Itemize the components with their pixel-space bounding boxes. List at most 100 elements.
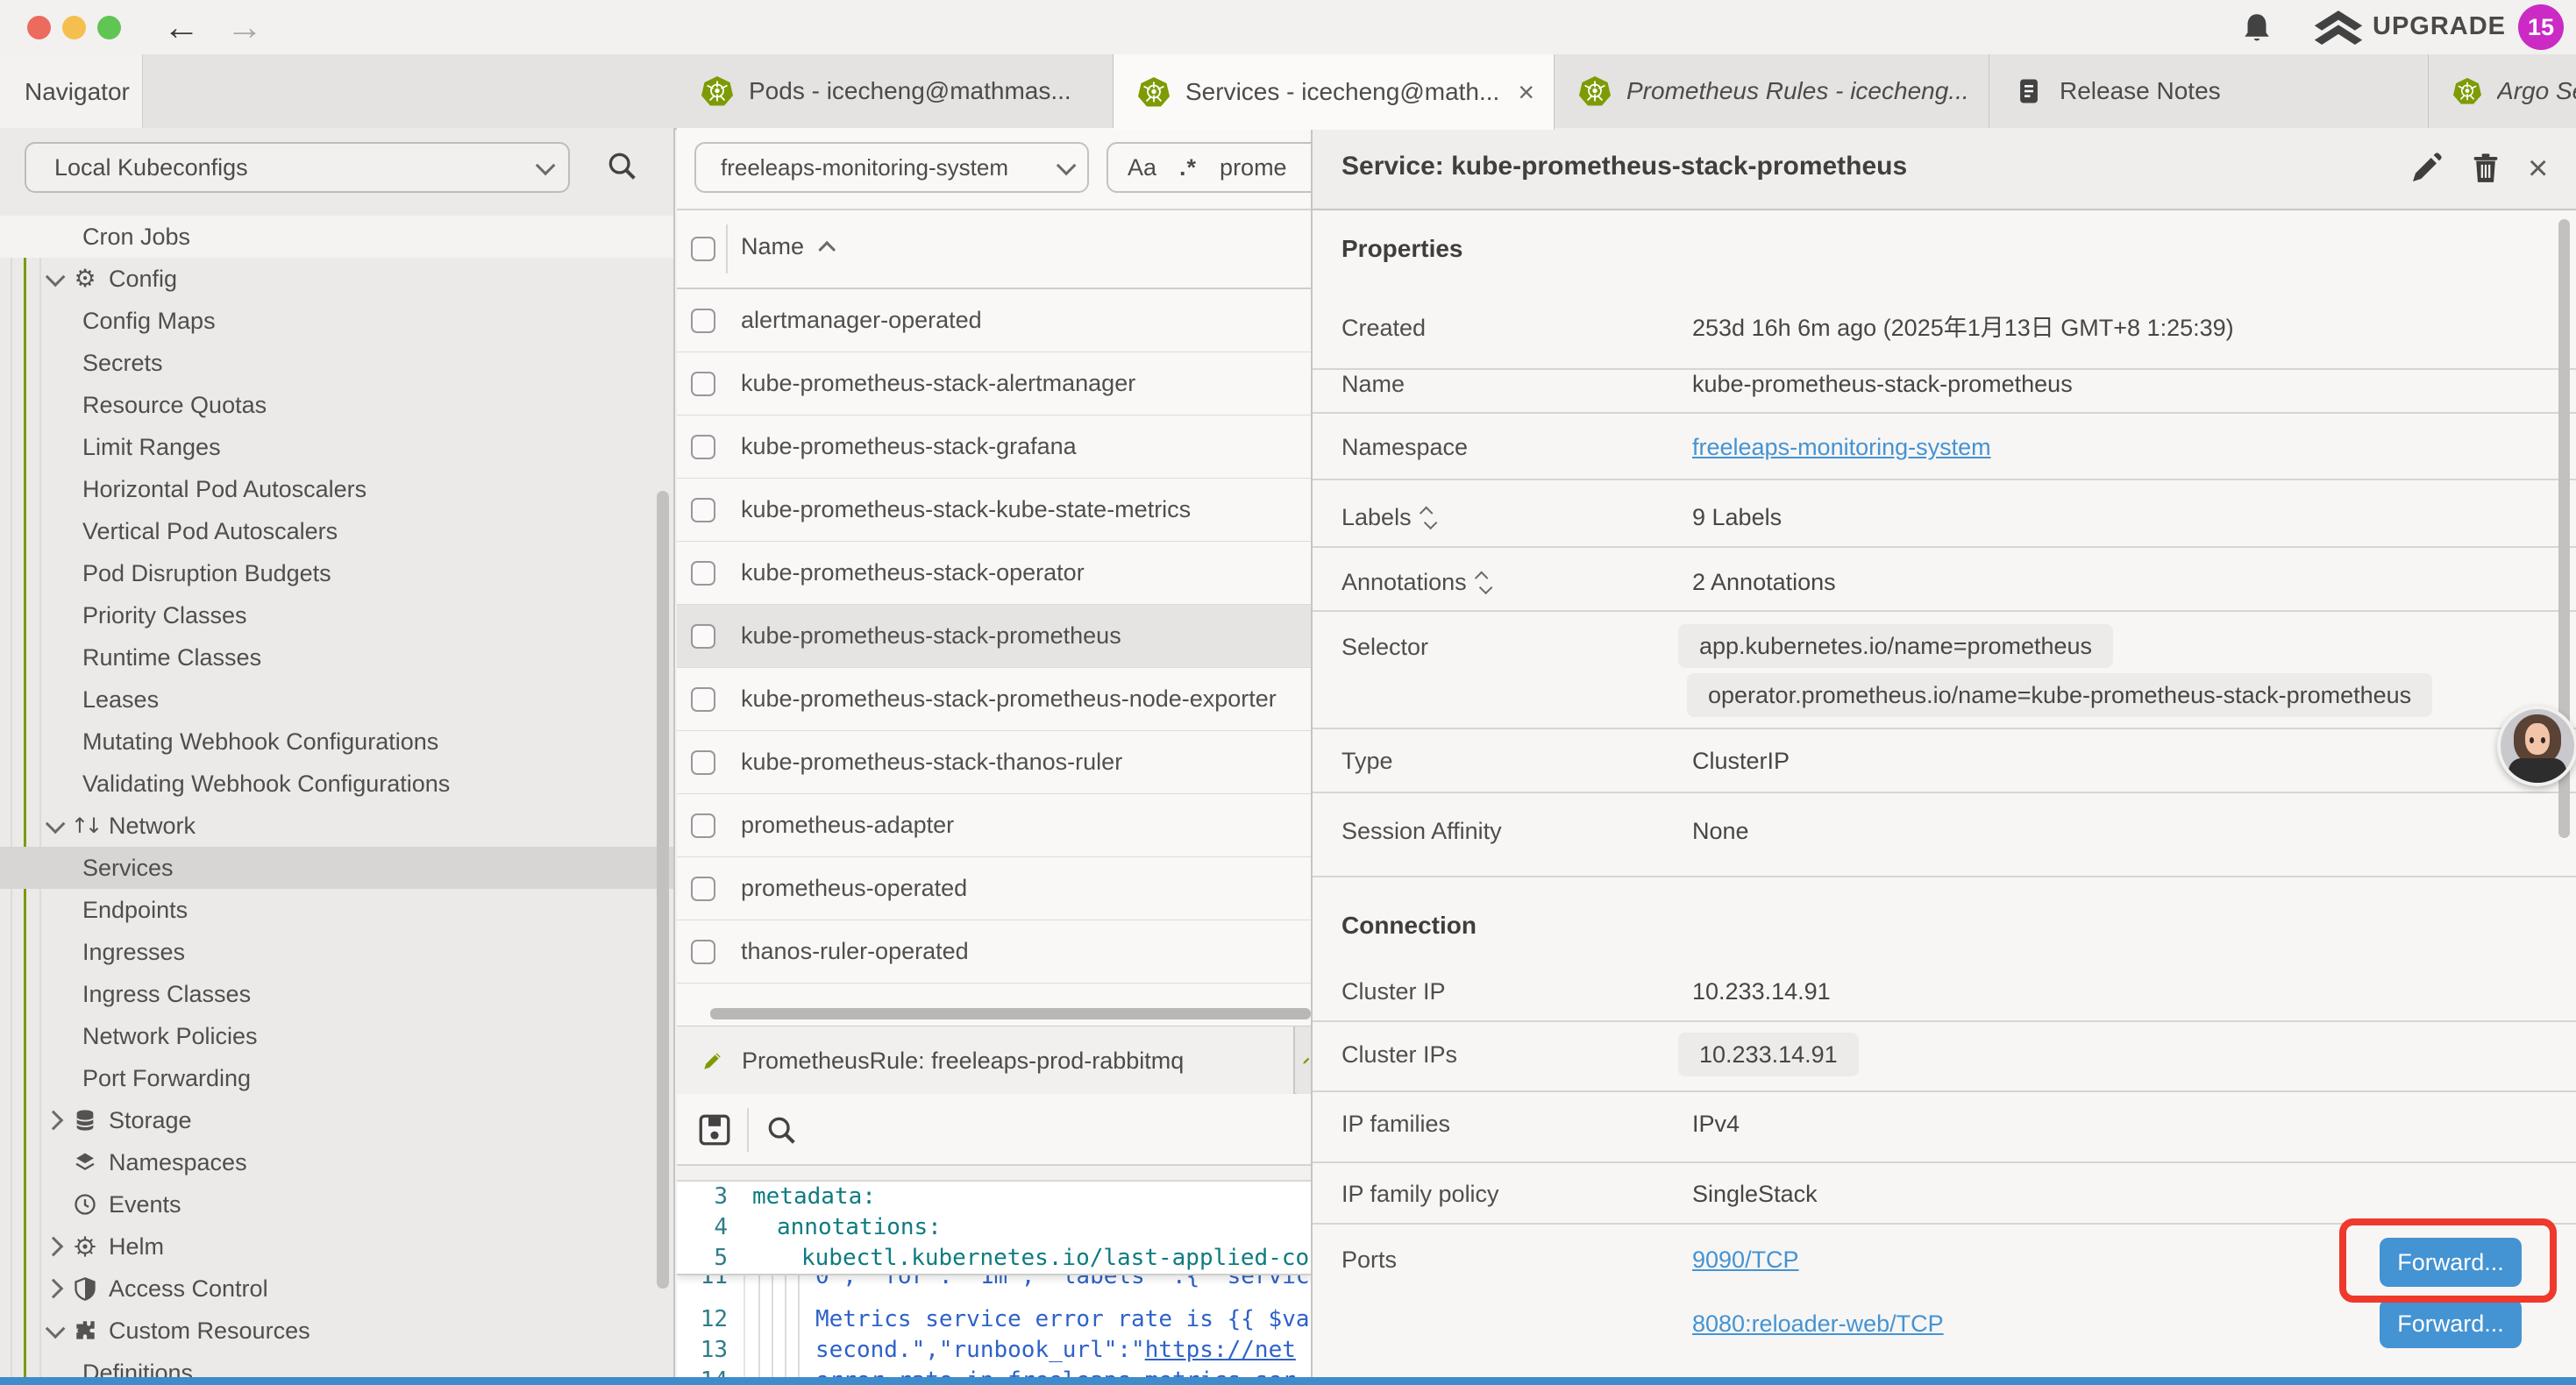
service-search-input[interactable]: Aa .* prome	[1107, 142, 1311, 193]
upgrade-icon[interactable]	[2313, 11, 2364, 46]
table-row[interactable]: kube-prometheus-stack-alertmanager	[677, 352, 1311, 416]
sidebar-item-events[interactable]: Events	[0, 1183, 675, 1225]
editor-tab-partial[interactable]	[1297, 1026, 1311, 1095]
kubeconfig-selector[interactable]: Local Kubeconfigs	[25, 142, 570, 193]
table-row[interactable]: thanos-ruler-operated	[677, 920, 1311, 984]
expand-collapse-icon	[1424, 506, 1434, 529]
row-checkbox[interactable]	[691, 309, 715, 333]
close-window-button[interactable]	[27, 16, 51, 39]
sidebar-item-priority-classes[interactable]: Priority Classes	[0, 594, 675, 636]
select-all-checkbox[interactable]	[691, 237, 715, 261]
sidebar-group-access-control[interactable]: Access Control	[0, 1268, 675, 1310]
sidebar-item-endpoints[interactable]: Endpoints	[0, 889, 675, 931]
table-row[interactable]: kube-prometheus-stack-thanos-ruler	[677, 731, 1311, 794]
selector-chip[interactable]: app.kubernetes.io/name=prometheus	[1678, 624, 2113, 668]
row-divider	[1313, 479, 2576, 480]
upgrade-label[interactable]: UPGRADE	[2373, 12, 2506, 41]
row-checkbox[interactable]	[691, 372, 715, 396]
regex-toggle[interactable]: .*	[1179, 154, 1197, 181]
sidebar-item-cron-jobs[interactable]: Cron Jobs	[0, 216, 675, 258]
editor-search-icon[interactable]	[765, 1113, 800, 1148]
profile-badge[interactable]: 15	[2518, 4, 2564, 50]
minimize-window-button[interactable]	[62, 16, 86, 39]
sidebar-item-resource-quotas[interactable]: Resource Quotas	[0, 384, 675, 426]
sidebar-item-leases[interactable]: Leases	[0, 678, 675, 721]
selector-chip[interactable]: operator.prometheus.io/name=kube-prometh…	[1687, 673, 2432, 717]
row-checkbox[interactable]	[691, 813, 715, 838]
sidebar-item-mutating-webhook-configurations[interactable]: Mutating Webhook Configurations	[0, 721, 675, 763]
row-checkbox[interactable]	[691, 624, 715, 649]
row-checkbox[interactable]	[691, 498, 715, 522]
table-row-selected[interactable]: kube-prometheus-stack-prometheus	[677, 605, 1311, 668]
namespace-link[interactable]: freeleaps-monitoring-system	[1692, 430, 1991, 465]
notifications-bell-icon[interactable]	[2241, 11, 2273, 45]
sidebar-item-ingresses[interactable]: Ingresses	[0, 931, 675, 973]
sidebar-item-config-maps[interactable]: Config Maps	[0, 300, 675, 342]
table-row[interactable]: prometheus-adapter	[677, 794, 1311, 857]
zoom-window-button[interactable]	[97, 16, 121, 39]
row-checkbox[interactable]	[691, 561, 715, 586]
row-checkbox[interactable]	[691, 435, 715, 459]
table-row[interactable]: prometheus-operated	[677, 857, 1311, 920]
yaml-editor[interactable]: 3 metadata: 4 annotations: 5 kubectl.kub…	[677, 1182, 1311, 1378]
sidebar-item-namespaces[interactable]: Namespaces	[0, 1141, 675, 1183]
sidebar-item-ingress-classes[interactable]: Ingress Classes	[0, 973, 675, 1015]
row-checkbox[interactable]	[691, 877, 715, 901]
sidebar-group-network[interactable]: ↑↓ Network	[0, 805, 675, 847]
labels-label[interactable]: Labels	[1341, 500, 1434, 535]
sidebar-item-validating-webhook-configurations[interactable]: Validating Webhook Configurations	[0, 763, 675, 805]
edit-pencil-icon[interactable]	[2409, 151, 2444, 186]
table-row[interactable]: kube-prometheus-stack-grafana	[677, 416, 1311, 479]
expand-collapse-icon	[1479, 571, 1489, 594]
close-tab-icon[interactable]: ×	[1518, 76, 1534, 109]
annotations-label[interactable]: Annotations	[1341, 565, 1489, 600]
navigator-panel-tab[interactable]: Navigator	[0, 54, 143, 130]
tab-services[interactable]: Services - icecheng@math... ×	[1114, 54, 1555, 130]
save-icon[interactable]	[696, 1112, 733, 1148]
sidebar-item-limit-ranges[interactable]: Limit Ranges	[0, 426, 675, 468]
tab-pods[interactable]: Pods - icecheng@mathmas...	[677, 54, 1114, 128]
match-case-toggle[interactable]: Aa	[1128, 154, 1156, 181]
close-panel-icon[interactable]: ×	[2528, 149, 2548, 188]
row-checkbox[interactable]	[691, 750, 715, 775]
port-link-8080[interactable]: 8080:reloader-web/TCP	[1692, 1306, 1944, 1341]
cluster-ip-label: Cluster IP	[1341, 974, 1446, 1009]
sidebar-item-pod-disruption-budgets[interactable]: Pod Disruption Budgets	[0, 552, 675, 594]
sidebar-group-helm[interactable]: Helm	[0, 1225, 675, 1268]
row-divider	[1313, 876, 2576, 877]
sidebar-item-vertical-pod-autoscalers[interactable]: Vertical Pod Autoscalers	[0, 510, 675, 552]
user-avatar[interactable]	[2497, 706, 2576, 786]
sidebar-group-config[interactable]: ⚙ Config	[0, 258, 675, 300]
name-column-header[interactable]: Name	[741, 233, 836, 260]
runbook-url-link[interactable]: https://net	[1145, 1337, 1296, 1363]
tab-argo[interactable]: Argo Se	[2429, 54, 2576, 128]
namespace-selector[interactable]: freeleaps-monitoring-system	[694, 142, 1089, 193]
sidebar-item-secrets[interactable]: Secrets	[0, 342, 675, 384]
table-row[interactable]: kube-prometheus-stack-operator	[677, 542, 1311, 605]
horizontal-scrollbar[interactable]	[710, 1008, 1311, 1019]
sidebar-scrollbar[interactable]	[657, 491, 669, 1289]
sidebar-item-horizontal-pod-autoscalers[interactable]: Horizontal Pod Autoscalers	[0, 468, 675, 510]
row-checkbox[interactable]	[691, 940, 715, 964]
sidebar-search-icon[interactable]	[605, 149, 640, 184]
sticky-scroll-block: 3 metadata: 4 annotations: 5 kubectl.kub…	[677, 1182, 1311, 1275]
sidebar-item-runtime-classes[interactable]: Runtime Classes	[0, 636, 675, 678]
port-link-9090[interactable]: 9090/TCP	[1692, 1242, 1799, 1277]
sidebar-group-storage[interactable]: Storage	[0, 1099, 675, 1141]
row-checkbox[interactable]	[691, 687, 715, 712]
sidebar-item-services[interactable]: Services	[0, 847, 675, 889]
table-row[interactable]: kube-prometheus-stack-kube-state-metrics	[677, 479, 1311, 542]
chevron-down-icon	[46, 814, 66, 835]
editor-tab-prometheusrule[interactable]: PrometheusRule: freeleaps-prod-rabbitmq	[677, 1026, 1295, 1095]
sidebar-item-port-forwarding[interactable]: Port Forwarding	[0, 1057, 675, 1099]
table-row[interactable]: kube-prometheus-stack-prometheus-node-ex…	[677, 668, 1311, 731]
forward-button[interactable]: →	[226, 2, 263, 53]
sidebar-item-network-policies[interactable]: Network Policies	[0, 1015, 675, 1057]
forward-button-8080[interactable]: Forward...	[2380, 1299, 2522, 1348]
tab-release-notes[interactable]: Release Notes	[1989, 54, 2429, 128]
table-row[interactable]: alertmanager-operated	[677, 289, 1311, 352]
sidebar-group-custom-resources[interactable]: Custom Resources	[0, 1310, 675, 1352]
back-button[interactable]: ←	[163, 2, 200, 53]
tab-prometheus-rules[interactable]: Prometheus Rules - icecheng...	[1555, 54, 1989, 128]
delete-trash-icon[interactable]	[2468, 151, 2503, 186]
